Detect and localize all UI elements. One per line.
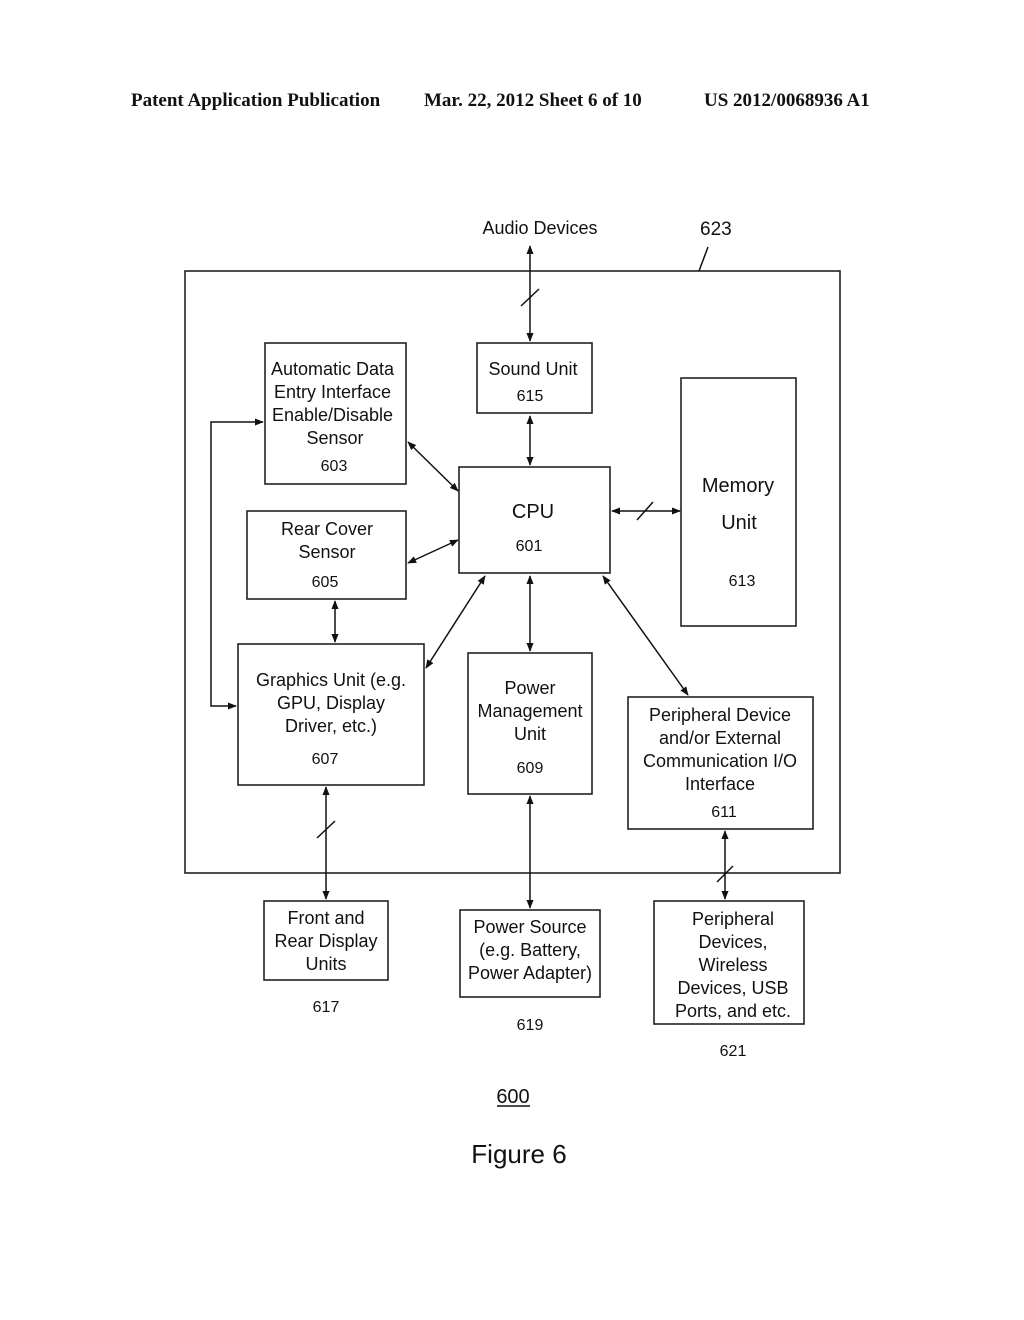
svg-text:Peripheral: Peripheral bbox=[692, 909, 774, 929]
figure-caption: Figure 6 bbox=[471, 1139, 566, 1169]
ref-617: 617 bbox=[313, 999, 340, 1016]
ref-609: 609 bbox=[517, 760, 544, 777]
ref-621: 621 bbox=[720, 1043, 747, 1060]
svg-text:Sensor: Sensor bbox=[298, 542, 355, 562]
svg-text:Unit: Unit bbox=[721, 512, 757, 534]
svg-text:Interface: Interface bbox=[685, 774, 755, 794]
enclosure-ref-label: 623 bbox=[700, 219, 732, 240]
ref-619: 619 bbox=[517, 1017, 544, 1034]
svg-text:Devices, USB: Devices, USB bbox=[677, 978, 788, 998]
block-displays: Front and Rear Display Units 617 bbox=[263, 900, 389, 1016]
svg-text:Ports, and etc.: Ports, and etc. bbox=[675, 1001, 791, 1021]
svg-text:Management: Management bbox=[477, 701, 582, 721]
ref-613: 613 bbox=[729, 573, 756, 590]
block-peripheral-io: Peripheral Device and/or External Commun… bbox=[627, 696, 814, 830]
svg-text:Wireless: Wireless bbox=[698, 955, 767, 975]
svg-text:Driver, etc.): Driver, etc.) bbox=[285, 716, 377, 736]
svg-text:(e.g. Battery,: (e.g. Battery, bbox=[479, 940, 581, 960]
ref-611: 611 bbox=[711, 804, 737, 821]
svg-text:Power: Power bbox=[504, 678, 555, 698]
svg-text:Front and: Front and bbox=[287, 908, 364, 928]
svg-text:Devices,: Devices, bbox=[698, 932, 767, 952]
ref-615: 615 bbox=[517, 388, 544, 405]
block-diagram: 623 Audio Devices Automatic Data Entry I… bbox=[184, 218, 841, 1169]
svg-text:Peripheral Device: Peripheral Device bbox=[649, 705, 791, 725]
svg-text:and/or External: and/or External bbox=[659, 728, 781, 748]
block-rear-cover-sensor: Rear Cover Sensor 605 bbox=[246, 510, 407, 600]
diagram-reference: 600 bbox=[496, 1086, 529, 1108]
enclosure-leader-line bbox=[698, 246, 709, 272]
svg-text:Rear Display: Rear Display bbox=[274, 931, 377, 951]
block-adei-sensor: Automatic Data Entry Interface Enable/Di… bbox=[264, 342, 407, 485]
audio-devices-label: Audio Devices bbox=[482, 218, 597, 238]
block-power-management: Power Management Unit 609 bbox=[467, 652, 593, 795]
svg-text:Graphics Unit (e.g.: Graphics Unit (e.g. bbox=[256, 670, 406, 690]
svg-text:Unit: Unit bbox=[514, 724, 546, 744]
svg-text:Units: Units bbox=[305, 954, 346, 974]
ref-603: 603 bbox=[321, 458, 348, 475]
svg-text:GPU, Display: GPU, Display bbox=[277, 693, 385, 713]
block-sound-unit: Sound Unit 615 bbox=[476, 342, 593, 414]
block-graphics-unit: Graphics Unit (e.g. GPU, Display Driver,… bbox=[237, 643, 425, 786]
ref-607: 607 bbox=[312, 751, 339, 768]
svg-text:Sound Unit: Sound Unit bbox=[488, 359, 577, 379]
block-power-source: Power Source (e.g. Battery, Power Adapte… bbox=[459, 909, 601, 1034]
block-memory-unit: Memory Unit 613 bbox=[680, 377, 797, 627]
ref-605: 605 bbox=[312, 574, 339, 591]
block-peripheral-devices: Peripheral Devices, Wireless Devices, US… bbox=[653, 900, 805, 1060]
block-cpu: CPU 601 bbox=[458, 466, 611, 574]
svg-text:Memory: Memory bbox=[702, 475, 774, 497]
svg-text:Power Adapter): Power Adapter) bbox=[468, 963, 592, 983]
svg-text:Rear Cover: Rear Cover bbox=[281, 519, 373, 539]
svg-text:Communication I/O: Communication I/O bbox=[643, 751, 797, 771]
svg-text:Power Source: Power Source bbox=[473, 917, 586, 937]
svg-text:CPU: CPU bbox=[512, 501, 554, 523]
ref-601: 601 bbox=[516, 538, 543, 555]
